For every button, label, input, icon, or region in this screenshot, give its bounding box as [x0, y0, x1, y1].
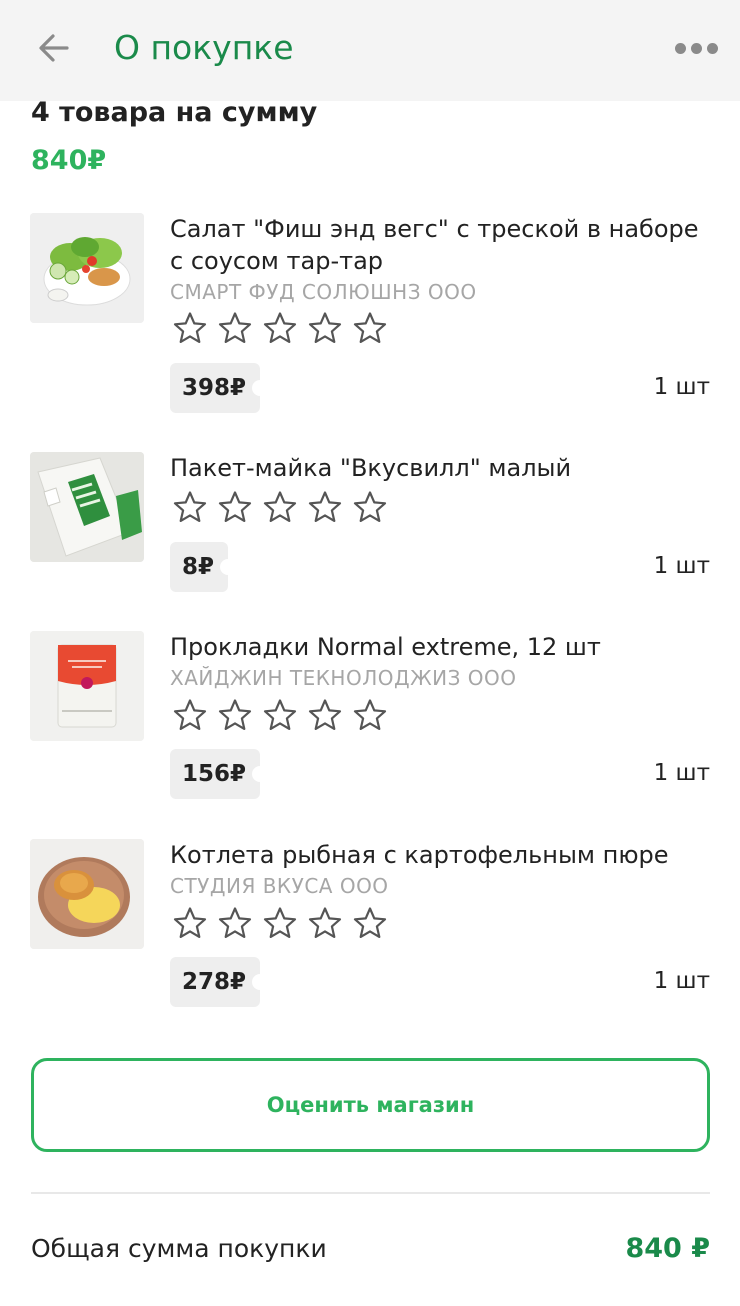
star-icon[interactable]	[217, 698, 253, 734]
product-vendor: СМАРТ ФУД СОЛЮШНЗ ООО	[170, 280, 477, 304]
star-icon[interactable]	[307, 698, 343, 734]
star-icon[interactable]	[352, 906, 388, 942]
price-tag: 278₽	[170, 957, 269, 1007]
price-tag: 398₽	[170, 363, 269, 413]
product-name[interactable]: Пакет-майка "Вкусвилл" малый	[170, 452, 715, 484]
star-icon[interactable]	[352, 311, 388, 347]
product-image-bag[interactable]	[30, 452, 144, 562]
product-name[interactable]: Прокладки Normal extreme, 12 шт	[170, 631, 715, 663]
rating-stars	[172, 490, 388, 526]
more-dots-icon	[674, 42, 686, 54]
star-icon[interactable]	[262, 906, 298, 942]
product-price: 278₽	[182, 969, 247, 995]
more-dots-icon	[706, 42, 718, 54]
price-tag: 156₽	[170, 749, 269, 799]
more-dots-icon	[690, 42, 702, 54]
rate-store-button[interactable]: Оценить магазин	[31, 1058, 710, 1152]
order-summary-title: 4 товара на сумму	[31, 97, 318, 128]
product-price: 156₽	[182, 761, 247, 787]
arrow-left-icon	[39, 34, 69, 62]
star-icon[interactable]	[172, 698, 208, 734]
product-image-salad[interactable]	[30, 213, 144, 323]
product-image-fish-cutlet[interactable]	[30, 839, 144, 949]
star-icon[interactable]	[172, 906, 208, 942]
order-summary-total: 840₽	[31, 145, 107, 176]
total-label: Общая сумма покупки	[31, 1234, 327, 1263]
total-value: 840 ₽	[625, 1233, 710, 1264]
top-app-bar: О покупке	[0, 0, 740, 101]
product-quantity: 1 шт	[653, 374, 710, 400]
star-icon[interactable]	[352, 698, 388, 734]
page-title: О покупке	[114, 28, 294, 67]
product-image-pads[interactable]	[30, 631, 144, 741]
product-price: 398₽	[182, 375, 247, 401]
product-quantity: 1 шт	[653, 968, 710, 994]
star-icon[interactable]	[172, 490, 208, 526]
star-icon[interactable]	[352, 490, 388, 526]
product-quantity: 1 шт	[653, 760, 710, 786]
star-icon[interactable]	[307, 490, 343, 526]
star-icon[interactable]	[217, 311, 253, 347]
price-tag: 8₽	[170, 542, 237, 592]
divider	[31, 1192, 710, 1194]
product-vendor: СТУДИЯ ВКУСА ООО	[170, 874, 389, 898]
star-icon[interactable]	[307, 906, 343, 942]
product-price: 8₽	[182, 554, 215, 580]
product-name[interactable]: Салат "Фиш энд вегс" с треской в наборе …	[170, 213, 715, 277]
product-vendor: ХАЙДЖИН ТЕКНОЛОДЖИЗ ООО	[170, 666, 517, 690]
star-icon[interactable]	[172, 311, 208, 347]
rating-stars	[172, 698, 388, 734]
product-name[interactable]: Котлета рыбная с картофельным пюре	[170, 839, 715, 871]
star-icon[interactable]	[262, 490, 298, 526]
more-options-button[interactable]	[668, 30, 724, 66]
star-icon[interactable]	[217, 906, 253, 942]
star-icon[interactable]	[262, 698, 298, 734]
star-icon[interactable]	[307, 311, 343, 347]
star-icon[interactable]	[217, 490, 253, 526]
star-icon[interactable]	[262, 311, 298, 347]
back-button[interactable]	[30, 24, 78, 72]
product-quantity: 1 шт	[653, 553, 710, 579]
rating-stars	[172, 906, 388, 942]
rating-stars	[172, 311, 388, 347]
